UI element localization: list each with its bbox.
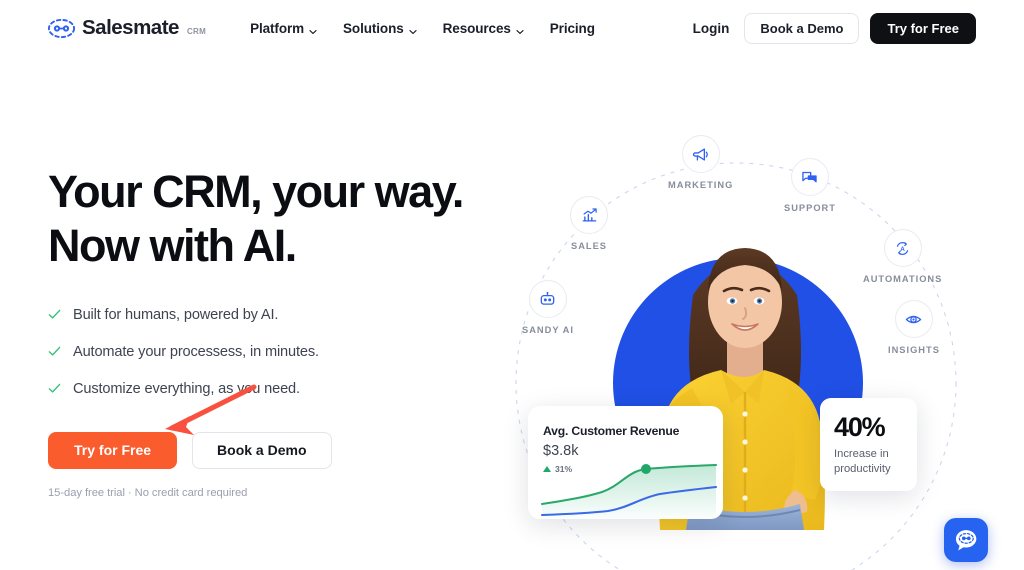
hero-copy: Your CRM, your way. Now with AI. Built f… [48,165,518,499]
trial-note: 15-day free trial · No credit card requi… [48,486,248,499]
hero-try-for-free-button[interactable]: Try for Free [48,431,178,469]
list-item: Built for humans, powered by AI. [48,307,518,323]
chat-bubbles-icon [790,158,829,196]
header-try-for-free-button[interactable]: Try for Free [870,12,976,44]
login-link[interactable]: Login [693,21,730,36]
nav-item-platform[interactable]: Platform [250,21,317,36]
list-item: Automate your processess, in minutes. [48,344,518,360]
chat-widget-button[interactable] [944,518,988,562]
hero-book-demo-button[interactable]: Book a Demo [192,431,332,469]
chat-logo-icon [955,529,976,551]
hero-bullet-list: Built for humans, powered by AI. Automat… [48,307,518,397]
nav-item-solutions[interactable]: Solutions [343,21,417,36]
orbit-node-label: INSIGHTS [888,345,940,355]
avg-customer-revenue-card: Avg. Customer Revenue $3.8k 31% [528,406,723,519]
productivity-stat-card: 40% Increase in productivity [820,398,917,491]
chevron-down-icon [516,24,524,34]
card-title: Avg. Customer Revenue [543,424,680,438]
orbit-node-label: SALES [571,241,607,251]
card-value: $3.8k [543,443,579,459]
orbit-node-insights[interactable]: INSIGHTS [888,300,940,355]
orbit-node-automations[interactable]: A AUTOMATIONS [863,229,942,284]
nav-item-resources[interactable]: Resources [443,21,524,36]
page-title: Your CRM, your way. Now with AI. [48,166,464,272]
list-item-label: Built for humans, powered by AI. [73,306,279,323]
orbit-node-sales[interactable]: SALES [570,196,608,251]
nav-label: Platform [250,20,305,36]
orbit-node-sandy-ai[interactable]: SANDY AI [522,280,574,335]
header-book-demo-button[interactable]: Book a Demo [744,12,860,44]
bar-chart-up-icon [570,196,608,234]
orbit-node-label: SUPPORT [784,203,836,213]
site-header: Salesmate CRM Platform Solutions Resourc… [0,0,1024,56]
revenue-sparkline-chart [540,463,718,519]
orbit-node-label: SANDY AI [522,325,574,335]
robot-face-icon [528,280,567,318]
chevron-down-icon [309,24,317,34]
header-actions: Login Book a Demo Try for Free [693,12,976,44]
eye-icon [894,300,933,338]
megaphone-icon [681,135,720,173]
orbit-node-support[interactable]: SUPPORT [784,158,836,213]
nav-label: Resources [442,20,511,36]
nav-label: Solutions [343,20,404,36]
salesmate-logo-mark-icon [47,19,76,39]
chevron-down-icon [409,24,417,34]
list-item-label: Automate your processess, in minutes. [73,343,319,360]
nav-label: Pricing [549,20,595,36]
orbit-node-label: MARKETING [668,180,734,190]
nav-item-pricing[interactable]: Pricing [550,21,595,36]
svg-text:A: A [900,245,905,252]
orbit-node-label: AUTOMATIONS [863,274,943,284]
stat-label: Increase in productivity [834,448,891,475]
check-icon [48,345,61,358]
list-item: Customize everything, as you need. [48,381,518,397]
check-icon [48,308,61,321]
automation-refresh-icon: A [883,229,922,267]
logo-text: Salesmate [82,15,179,39]
logo-suffix: CRM [186,27,207,37]
hero-illustration: MARKETING SUPPORT SALES A AUTOMATIONS SA… [500,110,1024,570]
list-item-label: Customize everything, as you need. [73,380,300,397]
check-icon [48,382,61,395]
stat-value: 40% [834,412,886,442]
logo[interactable]: Salesmate CRM [47,15,207,39]
orbit-node-marketing[interactable]: MARKETING [668,135,733,190]
main-navigation: Platform Solutions Resources Pricing [250,21,595,36]
hero-cta-row: Try for Free Book a Demo [48,431,518,469]
